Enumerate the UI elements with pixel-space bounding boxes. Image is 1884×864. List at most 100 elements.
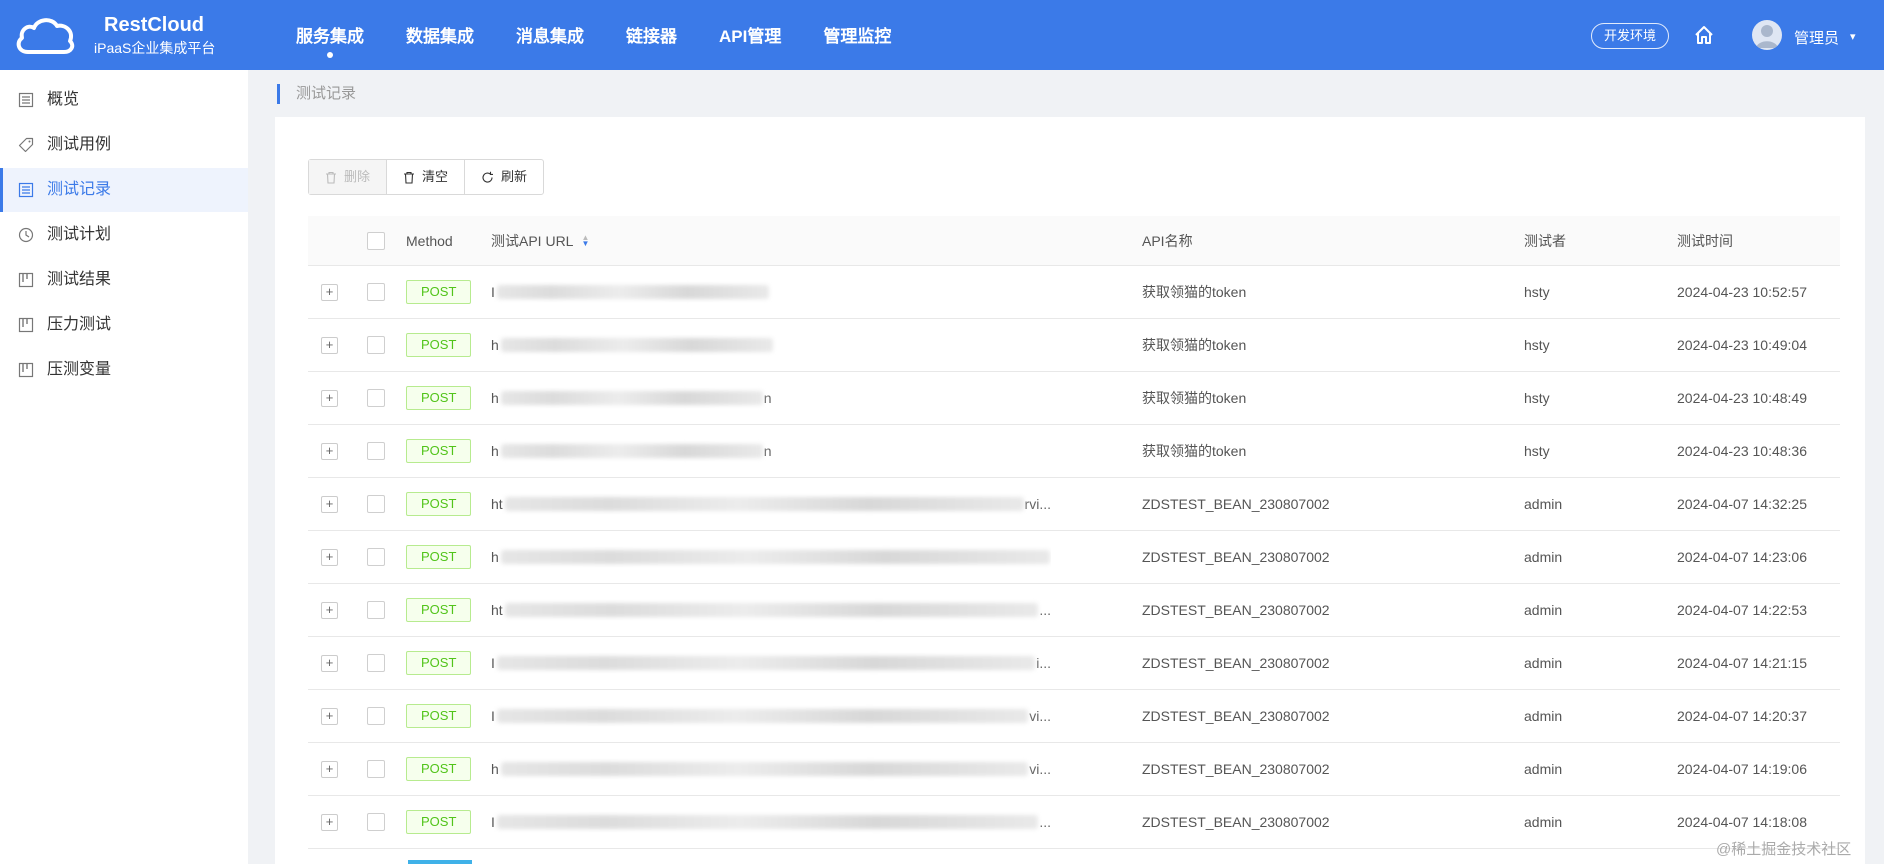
table-row: + POST h 获取领猫的token hsty 2024-04-23 10:49:04 (308, 319, 1840, 372)
nav-connectors[interactable]: 链接器 (605, 0, 698, 70)
expand-row-button[interactable]: + (321, 708, 338, 725)
main-nav: 服务集成 数据集成 消息集成 链接器 API管理 管理监控 (275, 0, 912, 70)
select-all-checkbox[interactable] (367, 231, 385, 250)
expand-row-button[interactable]: + (321, 761, 338, 778)
url-redacted (500, 391, 763, 405)
sidebar-item-label: 测试记录 (47, 181, 112, 198)
time-cell: 2024-04-07 14:21:15 (1677, 655, 1807, 671)
row-checkbox[interactable] (367, 707, 385, 725)
nav-message-integration[interactable]: 消息集成 (495, 0, 605, 70)
time-cell: 2024-04-07 14:23:06 (1677, 549, 1807, 565)
url-redacted (504, 603, 1039, 617)
row-checkbox[interactable] (367, 760, 385, 778)
tester-cell: hsty (1524, 443, 1550, 459)
method-tag: POST (406, 280, 472, 304)
api-name-cell: ZDSTEST_BEAN_230807002 (1142, 602, 1330, 618)
environment-badge[interactable]: 开发环境 (1591, 23, 1670, 49)
url-cell: hn (491, 372, 1051, 424)
nav-data-integration[interactable]: 数据集成 (385, 0, 495, 70)
row-checkbox[interactable] (367, 442, 385, 460)
row-checkbox[interactable] (367, 654, 385, 672)
sidebar-item-test-results[interactable]: 测试结果 (0, 258, 248, 302)
column-header-url[interactable]: 测试API URL ▲ ▼ (491, 216, 1051, 265)
delete-button[interactable]: 删除 (309, 160, 387, 194)
api-name-cell: 获取领猫的token (1142, 337, 1247, 353)
tester-cell: admin (1524, 549, 1563, 565)
expand-row-button[interactable]: + (321, 443, 338, 460)
app-logo[interactable]: RestCloud iPaaS企业集成平台 (14, 14, 216, 58)
time-cell: 2024-04-23 10:52:57 (1677, 284, 1807, 300)
row-checkbox[interactable] (367, 813, 385, 831)
tag-icon (18, 137, 34, 153)
nav-monitoring[interactable]: 管理监控 (802, 0, 912, 70)
row-checkbox[interactable] (367, 336, 385, 354)
url-text-start: h (491, 549, 499, 565)
tester-cell: admin (1524, 496, 1563, 512)
expand-row-button[interactable]: + (321, 655, 338, 672)
delete-button-label: 删除 (344, 169, 371, 184)
table-row: + POST I... ZDSTEST_BEAN_230807002 admin 2024… (308, 796, 1840, 849)
time-cell: 2024-04-07 14:32:25 (1677, 496, 1807, 512)
row-checkbox[interactable] (367, 389, 385, 407)
api-name-cell: ZDSTEST_BEAN_230807002 (1142, 708, 1330, 724)
expand-row-button[interactable]: + (321, 337, 338, 354)
expand-row-button[interactable]: + (321, 284, 338, 301)
user-menu-name[interactable]: 管理员 (1794, 27, 1839, 48)
api-name-cell: ZDSTEST_BEAN_230807002 (1142, 655, 1330, 671)
sidebar-item-test-plans[interactable]: 测试计划 (0, 213, 248, 257)
url-redacted (496, 815, 1039, 829)
list-icon (18, 182, 34, 198)
sidebar-item-test-records[interactable]: 测试记录 (0, 168, 248, 212)
clear-button[interactable]: 清空 (386, 160, 464, 194)
sidebar-item-test-cases[interactable]: 测试用例 (0, 123, 248, 167)
column-header-tester: 测试者 (1524, 232, 1566, 249)
url-text-start: h (491, 390, 499, 406)
sidebar: 概览 测试用例 测试记录 测试计划 测试结果 压力测试 压测变量 (0, 70, 248, 864)
sidebar-item-label: 测试用例 (47, 136, 112, 153)
api-name-cell: ZDSTEST_BEAN_230807002 (1142, 549, 1330, 565)
table-body: + POST I 获取领猫的token hsty 2024-04-23 10:52:57 +… (308, 266, 1840, 849)
url-text-tail: vi... (1029, 761, 1051, 777)
sort-icon[interactable]: ▲ ▼ (581, 233, 589, 247)
time-cell: 2024-04-07 14:20:37 (1677, 708, 1807, 724)
row-checkbox[interactable] (367, 495, 385, 513)
url-text-start: I (491, 284, 495, 300)
url-redacted (496, 709, 1029, 723)
expand-row-button[interactable]: + (321, 814, 338, 831)
time-cell: 2024-04-07 14:22:53 (1677, 602, 1807, 618)
refresh-button[interactable]: 刷新 (464, 160, 543, 194)
table-row: + POST I 获取领猫的token hsty 2024-04-23 10:52:57 (308, 266, 1840, 319)
tester-cell: admin (1524, 655, 1563, 671)
expand-row-button[interactable]: + (321, 549, 338, 566)
api-name-cell: 获取领猫的token (1142, 443, 1247, 459)
method-cell: POST (406, 531, 472, 583)
nav-service-integration[interactable]: 服务集成 (275, 0, 385, 70)
method-cell: POST (406, 690, 472, 742)
row-checkbox[interactable] (367, 548, 385, 566)
table-row: + POST h ZDSTEST_BEAN_230807002 admin 2024-04… (308, 531, 1840, 584)
method-tag: POST (406, 651, 472, 675)
avatar[interactable] (1752, 20, 1782, 50)
chevron-down-icon[interactable]: ▾ (1850, 30, 1856, 43)
app-subtitle: iPaaS企业集成平台 (94, 40, 216, 56)
expand-row-button[interactable]: + (321, 496, 338, 513)
url-text-start: ht (491, 602, 503, 618)
expand-row-button[interactable]: + (321, 602, 338, 619)
main-content: 删除 清空 刷新 Method 测试API URL ▲ ▼ API名称 测试者 测… (275, 117, 1865, 864)
home-icon[interactable] (1693, 24, 1715, 46)
method-cell: POST (406, 319, 472, 371)
row-checkbox[interactable] (367, 283, 385, 301)
time-cell: 2024-04-23 10:49:04 (1677, 337, 1807, 353)
url-cell: h vi... (491, 743, 1051, 795)
url-cell: h (491, 531, 1051, 583)
table-toolbar: 删除 清空 刷新 (308, 159, 545, 195)
expand-row-button[interactable]: + (321, 390, 338, 407)
sidebar-item-overview[interactable]: 概览 (0, 78, 248, 122)
refresh-icon (482, 171, 494, 183)
nav-api-management[interactable]: API管理 (698, 0, 802, 70)
sidebar-item-stress-test[interactable]: 压力测试 (0, 303, 248, 347)
row-checkbox[interactable] (367, 601, 385, 619)
url-text-start: I (491, 814, 495, 830)
sidebar-item-stress-variables[interactable]: 压测变量 (0, 348, 248, 392)
board-icon (18, 317, 34, 333)
